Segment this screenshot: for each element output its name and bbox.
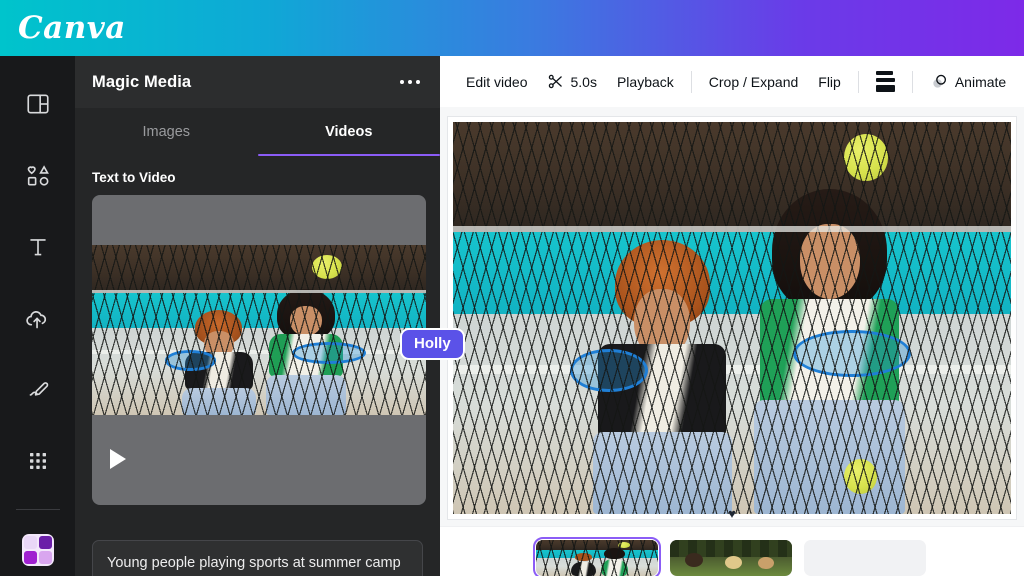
flip-label: Flip xyxy=(818,73,841,90)
crop-expand-button[interactable]: Crop / Expand xyxy=(699,67,809,97)
heart-icon[interactable]: ♥ xyxy=(728,507,736,520)
prompt-value: Young people playing sports at summer ca… xyxy=(107,555,401,571)
sidebar-item-draw[interactable] xyxy=(11,364,65,416)
prompt-input[interactable]: Young people playing sports at summer ca… xyxy=(92,540,423,576)
timeline-clip-park[interactable] xyxy=(670,540,792,576)
panel-title: Magic Media xyxy=(92,72,192,91)
more-options-button[interactable] xyxy=(396,72,424,92)
edit-video-label: Edit video xyxy=(466,73,528,90)
cloud-upload-icon xyxy=(24,305,51,332)
video-preview-card[interactable] xyxy=(92,195,426,505)
panel-tabs: Images Videos xyxy=(75,108,440,156)
canva-logo[interactable]: Canva xyxy=(18,12,126,44)
panel-body: Text to Video Young people playing sport… xyxy=(75,156,440,576)
scissors-icon xyxy=(547,73,564,90)
sidebar-item-text[interactable] xyxy=(11,221,65,273)
playback-button[interactable]: Playback xyxy=(607,67,684,97)
toolbar-divider xyxy=(911,70,913,93)
edit-video-button[interactable]: Edit video xyxy=(456,67,537,97)
magic-media-panel: Magic Media Images Videos Text to Video xyxy=(75,56,440,576)
flip-button[interactable]: Flip xyxy=(808,67,851,97)
trim-duration-button[interactable]: 5.0s xyxy=(537,66,606,97)
animate-button[interactable]: Animate xyxy=(920,65,1016,98)
toolbar-divider xyxy=(857,70,859,93)
canvas-workspace: ♥ xyxy=(440,107,1024,526)
left-icon-rail xyxy=(0,56,75,576)
sidebar-item-apps[interactable] xyxy=(11,435,65,487)
animate-icon xyxy=(930,72,949,91)
duration-label: 5.0s xyxy=(570,73,597,90)
video-preview-thumbnail xyxy=(92,245,426,415)
crop-expand-label: Crop / Expand xyxy=(708,73,799,90)
timeline-clip-empty[interactable] xyxy=(804,540,926,576)
sidebar-item-design[interactable] xyxy=(11,78,65,130)
canva-editor-window: Canva Magic Media Images Videos Text to … xyxy=(0,0,1024,576)
play-button[interactable] xyxy=(110,449,126,469)
clip-thumbnail xyxy=(536,540,658,576)
sidebar-item-elements[interactable] xyxy=(11,149,65,201)
top-brand-bar: Canva xyxy=(0,0,1024,56)
layout-icon xyxy=(25,91,51,117)
section-label-text-to-video: Text to Video xyxy=(92,170,176,185)
magic-media-app-icon xyxy=(21,533,54,566)
timeline-strip xyxy=(440,526,1024,576)
editor-area: Edit video 5.0s Playback Crop / Expand F… xyxy=(440,56,1024,576)
panel-header: Magic Media xyxy=(75,56,440,108)
clip-thumbnail xyxy=(670,540,792,576)
toolbar-divider xyxy=(690,70,692,93)
rail-divider xyxy=(15,508,60,510)
timeline-clip-tennis[interactable] xyxy=(533,537,661,576)
sidebar-item-magic-media[interactable] xyxy=(11,524,65,576)
playback-label: Playback xyxy=(616,73,674,90)
sidebar-item-uploads[interactable] xyxy=(11,292,65,344)
shapes-icon xyxy=(25,163,51,189)
position-button[interactable] xyxy=(866,64,905,99)
video-canvas[interactable] xyxy=(447,116,1017,520)
editor-toolbar: Edit video 5.0s Playback Crop / Expand F… xyxy=(440,56,1024,107)
pen-icon xyxy=(25,377,51,403)
tab-images[interactable]: Images xyxy=(75,108,258,156)
canvas-media xyxy=(453,122,1011,514)
text-icon xyxy=(25,234,51,260)
tab-videos[interactable]: Videos xyxy=(257,108,441,156)
position-icon xyxy=(875,71,895,92)
animate-label: Animate xyxy=(954,73,1007,90)
grid-dots-icon xyxy=(26,449,50,473)
